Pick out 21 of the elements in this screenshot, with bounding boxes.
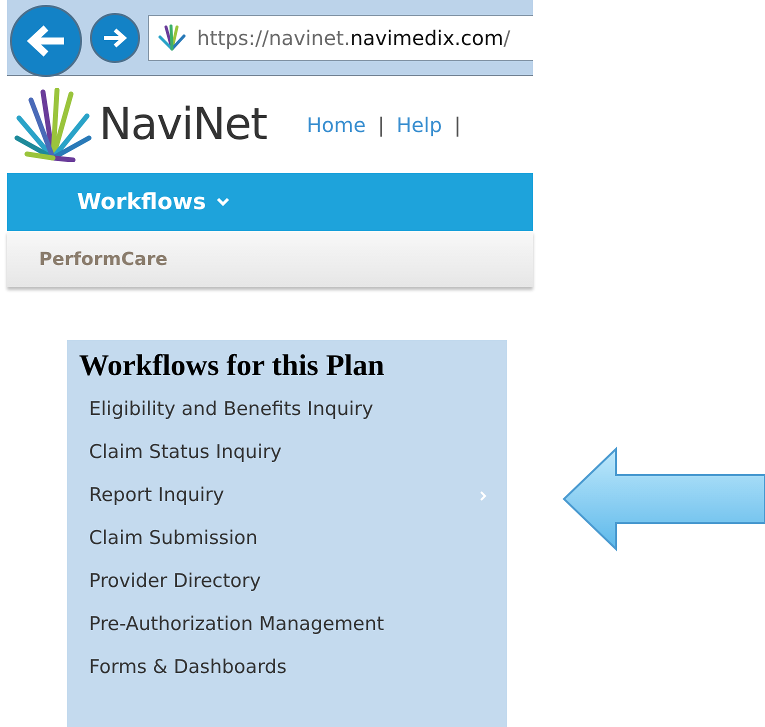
- url-text: https://navinet.navimedix.com/: [197, 24, 510, 52]
- logo-text: NaviNet: [99, 98, 267, 152]
- chevron-down-icon: [216, 197, 230, 207]
- workflow-link[interactable]: Claim Submission: [89, 524, 258, 553]
- forward-button[interactable]: [90, 12, 140, 62]
- site-logo-icon: [157, 22, 187, 52]
- forward-arrow-icon: [102, 26, 128, 48]
- panel-title: Workflows for this Plan: [79, 348, 386, 384]
- workflow-link[interactable]: Pre-Authorization Management: [89, 610, 384, 639]
- pointer-arrow-icon: [560, 445, 765, 553]
- starburst-logo-icon: [13, 88, 93, 162]
- back-arrow-icon: [26, 24, 66, 58]
- link-separator: |: [378, 112, 384, 139]
- workflow-link[interactable]: Forms & Dashboards: [89, 653, 287, 682]
- plan-name: PerformCare: [39, 248, 168, 272]
- workflow-link[interactable]: Claim Status Inquiry: [89, 438, 282, 467]
- workflow-link[interactable]: Report Inquiry: [89, 481, 224, 510]
- workflow-link[interactable]: Eligibility and Benefits Inquiry: [89, 395, 374, 424]
- link-separator: |: [454, 112, 461, 139]
- workflow-link[interactable]: Provider Directory: [89, 567, 261, 596]
- address-field[interactable]: https://navinet.navimedix.com/: [148, 14, 533, 60]
